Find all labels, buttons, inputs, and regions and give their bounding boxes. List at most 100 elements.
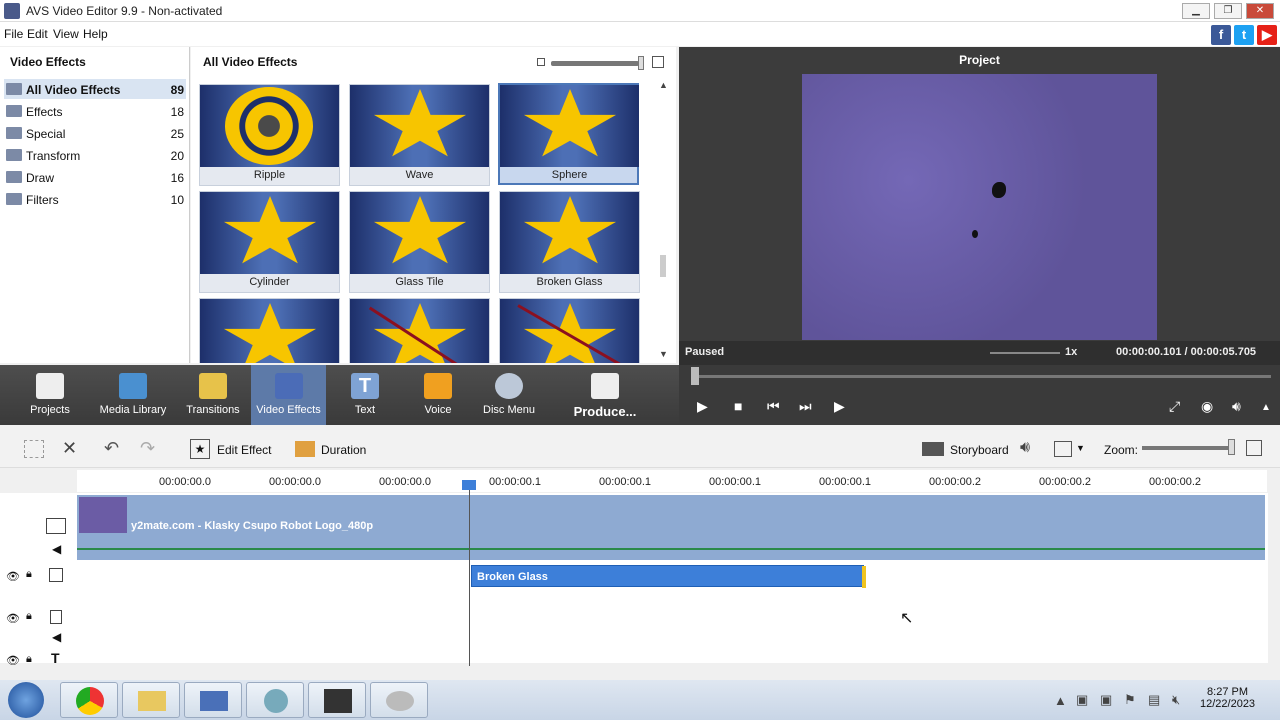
zoom-slider[interactable] bbox=[1142, 446, 1234, 450]
effect-tile[interactable] bbox=[349, 298, 490, 363]
effect-tile-sphere[interactable]: Sphere bbox=[498, 83, 639, 185]
volume-up-icon[interactable]: ▲ bbox=[1261, 402, 1271, 413]
tray-icon[interactable]: ▣ bbox=[1100, 692, 1112, 708]
frame-icon[interactable]: ▶ bbox=[834, 398, 845, 415]
minimize-button[interactable]: ▁ bbox=[1182, 3, 1210, 19]
ruler-label: 00:00:00.1 bbox=[489, 476, 541, 488]
app-taskbar-button[interactable] bbox=[370, 682, 428, 718]
split-icon[interactable] bbox=[24, 440, 44, 458]
lock-icon[interactable]: 🔒︎ bbox=[26, 568, 32, 581]
network-icon[interactable]: ▤ bbox=[1148, 692, 1160, 708]
text-button[interactable]: T Text bbox=[335, 365, 395, 425]
redo-icon[interactable]: ↷ bbox=[140, 438, 155, 459]
audio-clip[interactable] bbox=[77, 537, 1265, 560]
category-all-video-effects[interactable]: All Video Effects 89 bbox=[4, 79, 186, 99]
explorer-taskbar-button[interactable] bbox=[122, 682, 180, 718]
category-filters[interactable]: Filters 10 bbox=[4, 189, 186, 209]
small-size-icon[interactable] bbox=[537, 58, 545, 66]
stop-icon[interactable]: ■ bbox=[734, 398, 742, 414]
fit-icon[interactable] bbox=[1246, 440, 1262, 456]
effect-tile-ripple[interactable]: Ripple bbox=[199, 84, 340, 186]
lock-icon[interactable]: 🔒︎ bbox=[26, 653, 32, 666]
category-label: Draw bbox=[26, 171, 55, 185]
close-button[interactable]: ✕ bbox=[1246, 3, 1274, 19]
disc-menu-button[interactable]: Disc Menu bbox=[478, 365, 540, 425]
previous-icon[interactable]: ⏮ bbox=[767, 398, 780, 415]
scrollbar-thumb[interactable] bbox=[660, 255, 666, 277]
effect-tile-glass-tile[interactable]: Glass Tile bbox=[349, 191, 490, 293]
video-effects-button[interactable]: Video Effects bbox=[251, 365, 326, 425]
youtube-icon[interactable]: ▶ bbox=[1257, 25, 1277, 45]
next-icon[interactable]: ⏭ bbox=[799, 398, 812, 415]
eye-icon[interactable]: 👁︎ bbox=[6, 570, 20, 583]
seek-bar[interactable] bbox=[691, 375, 1271, 378]
category-count: 16 bbox=[170, 171, 184, 185]
snapshot-icon[interactable]: ◉ bbox=[1201, 398, 1213, 415]
tray-icon[interactable]: ▣ bbox=[1076, 692, 1088, 708]
large-size-icon[interactable] bbox=[652, 56, 664, 68]
edit-effect-button[interactable]: Edit Effect bbox=[217, 443, 271, 457]
fullscreen-icon[interactable]: ⤢ bbox=[1169, 398, 1180, 415]
duration-button[interactable]: Duration bbox=[321, 443, 366, 457]
menu-view[interactable]: View bbox=[53, 27, 79, 41]
twitter-icon[interactable]: t bbox=[1234, 25, 1254, 45]
transitions-button[interactable]: Transitions bbox=[182, 365, 244, 425]
flag-icon[interactable]: ⚑ bbox=[1124, 692, 1136, 708]
menu-edit[interactable]: Edit bbox=[27, 27, 48, 41]
main-toolbar: Projects Media Library Transitions Video… bbox=[0, 365, 679, 425]
category-effects[interactable]: Effects 18 bbox=[4, 101, 186, 121]
undo-icon[interactable]: ↶ bbox=[104, 438, 119, 459]
effect-thumbnail bbox=[200, 192, 339, 274]
play-icon[interactable]: ▶ bbox=[697, 398, 708, 415]
volume-muted-icon[interactable]: 🔇︎ bbox=[1172, 692, 1180, 708]
avs-taskbar-button[interactable] bbox=[308, 682, 366, 718]
delete-icon[interactable]: ✕ bbox=[62, 438, 77, 459]
zoom-handle[interactable] bbox=[1228, 439, 1235, 455]
storyboard-icon[interactable] bbox=[922, 442, 944, 456]
vertical-scrollbar[interactable] bbox=[1268, 493, 1280, 663]
app-taskbar-button[interactable] bbox=[184, 682, 242, 718]
effect-tile-cylinder[interactable]: Cylinder bbox=[199, 191, 340, 293]
effect-tile-broken-glass[interactable]: Broken Glass bbox=[499, 191, 640, 293]
volume-icon[interactable]: 🔊︎ bbox=[1232, 398, 1241, 415]
scroll-up-icon[interactable]: ▲ bbox=[659, 80, 669, 90]
clip-end-handle[interactable] bbox=[862, 566, 866, 588]
projects-button[interactable]: Projects bbox=[18, 365, 82, 425]
chrome-taskbar-button[interactable] bbox=[60, 682, 118, 718]
effect-tile[interactable] bbox=[499, 298, 640, 363]
duration-icon[interactable] bbox=[295, 441, 315, 457]
seek-handle[interactable] bbox=[691, 367, 699, 385]
clock[interactable]: 8:27 PM 12/22/2023 bbox=[1200, 686, 1255, 710]
audio-mixer-icon[interactable]: 🔊︎ bbox=[1020, 439, 1030, 457]
effect-tile-wave[interactable]: Wave bbox=[349, 84, 490, 186]
menu-file[interactable]: File bbox=[4, 27, 23, 41]
edit-effect-icon[interactable]: ★ bbox=[190, 439, 210, 459]
dropdown-arrow-icon[interactable]: ▼ bbox=[1076, 443, 1085, 453]
robot-shape bbox=[992, 182, 1006, 198]
facebook-icon[interactable]: f bbox=[1211, 25, 1231, 45]
playhead-handle[interactable] bbox=[462, 480, 476, 490]
mute-icon[interactable]: ◀ bbox=[52, 630, 61, 644]
horizontal-scrollbar[interactable] bbox=[0, 666, 1268, 678]
media-library-button[interactable]: Media Library bbox=[96, 365, 170, 425]
lock-icon[interactable]: 🔒︎ bbox=[26, 610, 32, 623]
speed-slider[interactable] bbox=[990, 352, 1060, 354]
eye-icon[interactable]: 👁︎ bbox=[6, 612, 20, 625]
maximize-button[interactable]: ❐ bbox=[1214, 3, 1242, 19]
effect-clip-broken-glass[interactable]: Broken Glass bbox=[471, 565, 866, 588]
start-button[interactable] bbox=[8, 682, 44, 718]
category-transform[interactable]: Transform 20 bbox=[4, 145, 186, 165]
storyboard-button[interactable]: Storyboard bbox=[950, 443, 1009, 457]
tray-expand-icon[interactable]: ▲ bbox=[1054, 693, 1067, 708]
produce-button[interactable]: Produce... bbox=[566, 365, 644, 425]
layout-icon[interactable] bbox=[1054, 441, 1072, 457]
slider-handle[interactable] bbox=[638, 56, 644, 70]
effect-tile[interactable] bbox=[199, 298, 340, 363]
category-special[interactable]: Special 25 bbox=[4, 123, 186, 143]
thumbnail-size-slider[interactable] bbox=[551, 61, 639, 66]
voice-button[interactable]: Voice bbox=[408, 365, 468, 425]
menu-help[interactable]: Help bbox=[83, 27, 108, 41]
scroll-down-icon[interactable]: ▼ bbox=[659, 349, 669, 359]
app-taskbar-button[interactable] bbox=[246, 682, 304, 718]
category-draw[interactable]: Draw 16 bbox=[4, 167, 186, 187]
